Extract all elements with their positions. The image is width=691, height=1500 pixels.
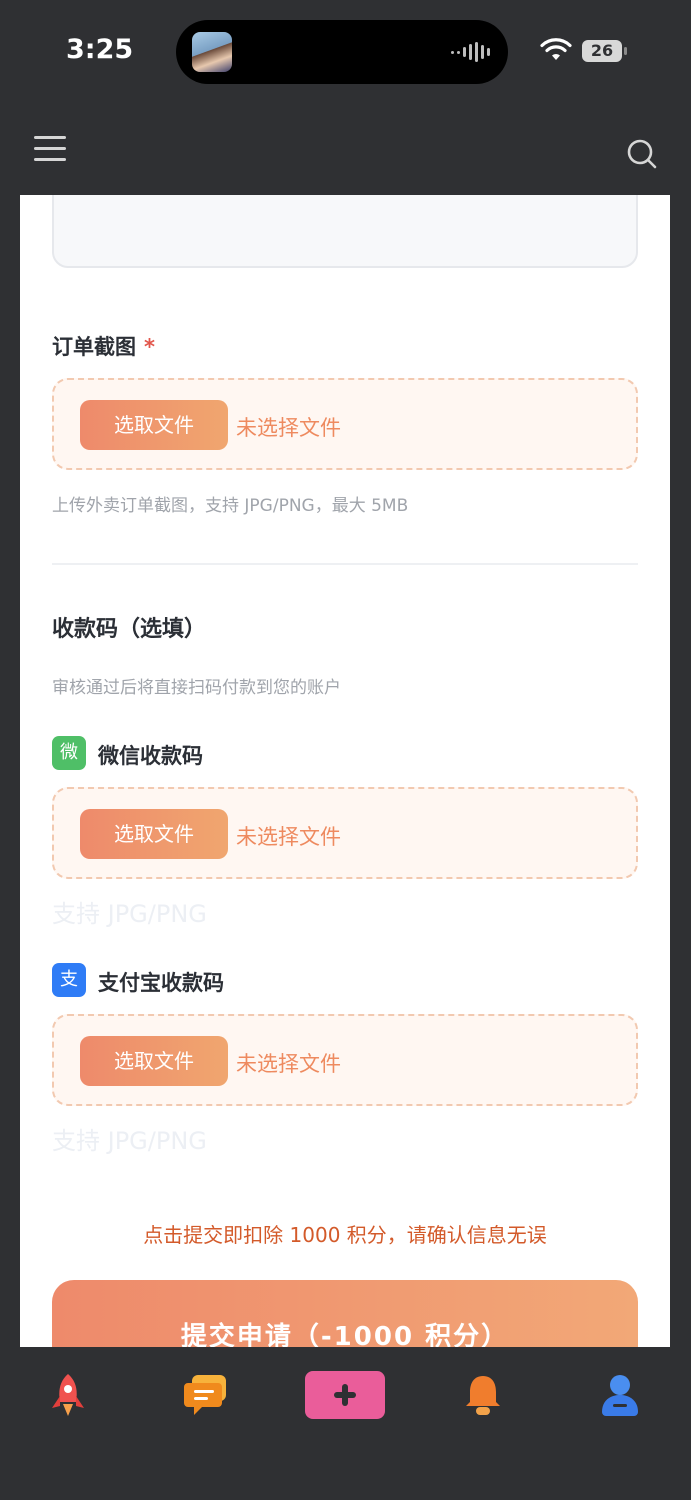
order-file-status: 未选择文件 (236, 416, 341, 440)
alipay-badge-icon: 支 (52, 963, 86, 997)
wifi-icon (540, 38, 572, 60)
alipay-file-status: 未选择文件 (236, 1052, 341, 1076)
alipay-upload-hint: 支持 JPG/PNG (52, 1127, 207, 1155)
order-screenshot-label: 订单截图 * (52, 331, 155, 361)
required-mark: * (144, 335, 155, 359)
wechat-file-status: 未选择文件 (236, 825, 341, 849)
wechat-label: 微信收款码 (98, 744, 203, 768)
status-bar: 3:25 26 (0, 0, 691, 100)
order-choose-file-button[interactable]: 选取文件 (80, 400, 228, 450)
wechat-choose-file-button[interactable]: 选取文件 (80, 809, 228, 859)
order-screenshot-upload[interactable]: 选取文件 未选择文件 (52, 378, 638, 470)
order-screenshot-label-text: 订单截图 (52, 335, 136, 359)
wechat-upload-hint: 支持 JPG/PNG (52, 900, 207, 928)
description-textarea[interactable] (52, 195, 638, 268)
chat-icon (184, 1375, 226, 1415)
alipay-upload[interactable]: 选取文件 未选择文件 (52, 1014, 638, 1106)
bell-icon (466, 1376, 500, 1415)
app-header (0, 100, 691, 195)
user-icon (602, 1375, 638, 1416)
island-avatar (192, 32, 232, 72)
divider (52, 563, 638, 565)
alipay-choose-file-button[interactable]: 选取文件 (80, 1036, 228, 1086)
payment-code-title: 收款码（选填） (52, 617, 207, 642)
points-warning: 点击提交即扣除 1000 积分，请确认信息无误 (143, 1223, 547, 1247)
alipay-label: 支付宝收款码 (98, 971, 224, 995)
menu-icon[interactable] (34, 136, 66, 162)
battery-indicator: 26 (582, 40, 627, 62)
submit-button[interactable]: 提交申请（-1000 积分） (52, 1280, 638, 1347)
tab-notifications[interactable] (453, 1367, 513, 1423)
tab-rocket[interactable] (38, 1367, 98, 1423)
payment-code-hint: 审核通过后将直接扫码付款到您的账户 (52, 678, 341, 698)
rocket-icon (52, 1374, 84, 1416)
tab-add[interactable] (304, 1367, 386, 1423)
plus-icon (305, 1371, 385, 1419)
status-time: 3:25 (66, 34, 134, 65)
bottom-tab-bar (0, 1347, 691, 1500)
order-upload-hint: 上传外卖订单截图，支持 JPG/PNG，最大 5MB (52, 496, 409, 516)
dynamic-island (176, 20, 508, 84)
form-card: 订单截图 * 选取文件 未选择文件 上传外卖订单截图，支持 JPG/PNG，最大 … (20, 195, 670, 1347)
tab-chat[interactable] (177, 1367, 237, 1423)
wechat-badge-icon: 微 (52, 736, 86, 770)
tab-profile[interactable] (590, 1367, 650, 1423)
audio-wave-icon (451, 42, 490, 62)
wechat-upload[interactable]: 选取文件 未选择文件 (52, 787, 638, 879)
search-icon[interactable] (626, 138, 658, 170)
